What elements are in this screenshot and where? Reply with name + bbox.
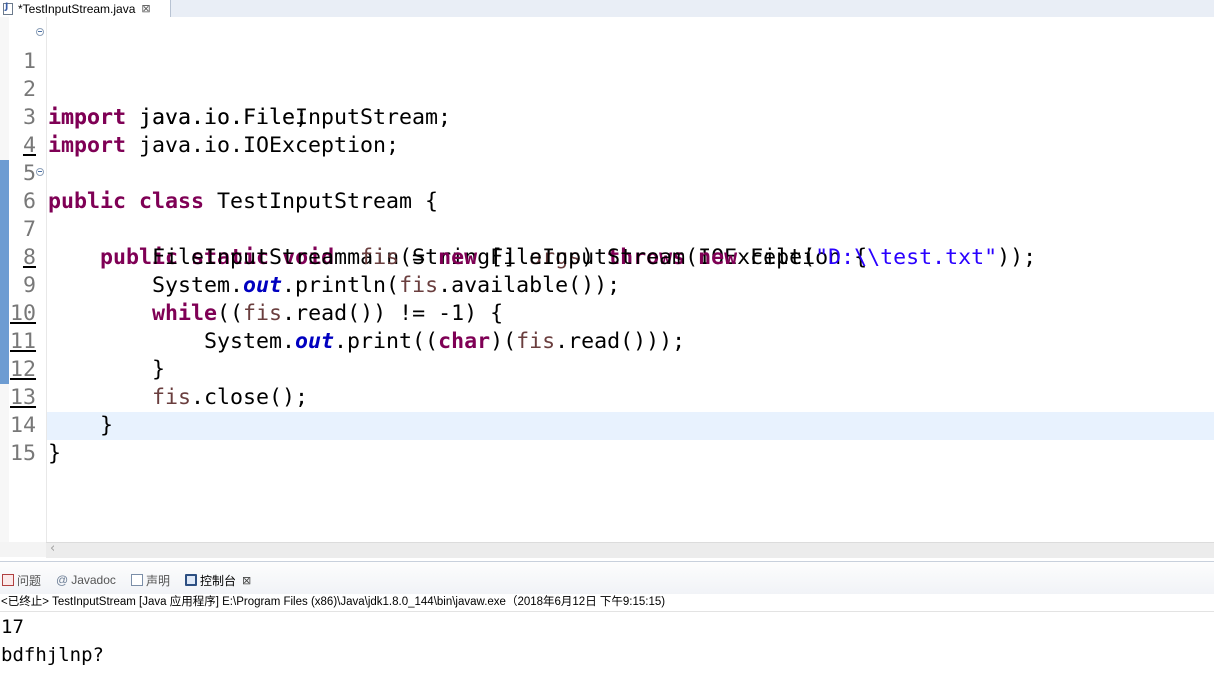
code-line-11[interactable]: 11 }	[0, 300, 1214, 382]
editor-tab-testinputstream[interactable]: *TestInputStream.java ⊠	[0, 0, 171, 17]
code-line-5[interactable]: 5 public class TestInputStream {	[0, 132, 1214, 214]
scrollbar-corner	[0, 542, 46, 557]
views-tab-bar: 问题 @ Javadoc 声明 控制台 ⊠	[0, 561, 1214, 594]
tab-declaration[interactable]: 声明	[131, 571, 170, 589]
code-line-8[interactable]: 8 System.out.println(fis.available());	[0, 216, 1214, 298]
console-output-line: 17	[1, 616, 24, 638]
code-line-2[interactable]: 2 import java.io.FileInputStream;	[0, 48, 1214, 130]
tab-console[interactable]: 控制台 ⊠	[185, 571, 251, 589]
code-line-9[interactable]: 9 while((fis.read()) != -1) {	[0, 244, 1214, 326]
close-icon[interactable]: ⊠	[141, 2, 150, 15]
code-line-7[interactable]: 7 FileInputStream fis = new FileInputStr…	[0, 188, 1214, 270]
code-editor[interactable]: 1 import java.io.File; 2 import java.io.…	[0, 17, 1214, 542]
line-number: 15	[10, 441, 37, 466]
tab-problems[interactable]: 问题	[2, 571, 41, 589]
code-line-1[interactable]: 1 import java.io.File;	[0, 20, 1214, 130]
code-line-6[interactable]: 6 public static void main(String[] args)…	[0, 160, 1214, 270]
declaration-icon	[131, 574, 143, 586]
problems-icon	[2, 574, 14, 586]
console-status-line: <已终止> TestInputStream [Java 应用程序] E:\Pro…	[0, 594, 1214, 612]
code-line-14[interactable]: 14 }	[0, 384, 1214, 466]
console-output-line: bdfhjlnp?	[1, 644, 104, 666]
at-sign-icon: @	[56, 573, 69, 587]
tab-javadoc[interactable]: @ Javadoc	[56, 571, 116, 589]
fold-collapse-icon[interactable]	[36, 168, 44, 176]
close-icon[interactable]: ⊠	[242, 574, 251, 587]
horizontal-scrollbar[interactable]: ‹	[46, 541, 1214, 558]
code-line-3[interactable]: 3 import java.io.IOException;	[0, 76, 1214, 158]
console-icon	[185, 574, 197, 586]
code-line-10[interactable]: 10 System.out.print((char)(fis.read()));	[0, 272, 1214, 354]
code-line-12[interactable]: 12 fis.close();	[0, 328, 1214, 410]
scroll-left-arrow-icon[interactable]: ‹	[50, 541, 55, 556]
editor-tab-label: *TestInputStream.java	[18, 1, 136, 16]
tab-label: Javadoc	[71, 573, 116, 587]
tab-label: 声明	[146, 573, 171, 588]
code-line-15[interactable]: 15	[0, 412, 1214, 466]
tab-label: 问题	[17, 573, 42, 588]
fold-collapse-icon[interactable]	[36, 28, 44, 36]
code-line-4[interactable]: 4	[0, 104, 1214, 158]
tab-label: 控制台	[200, 573, 237, 588]
editor-tab-bar: *TestInputStream.java ⊠	[0, 0, 1214, 17]
java-file-icon	[3, 2, 13, 15]
code-line-13[interactable]: 13 }	[0, 356, 1214, 438]
